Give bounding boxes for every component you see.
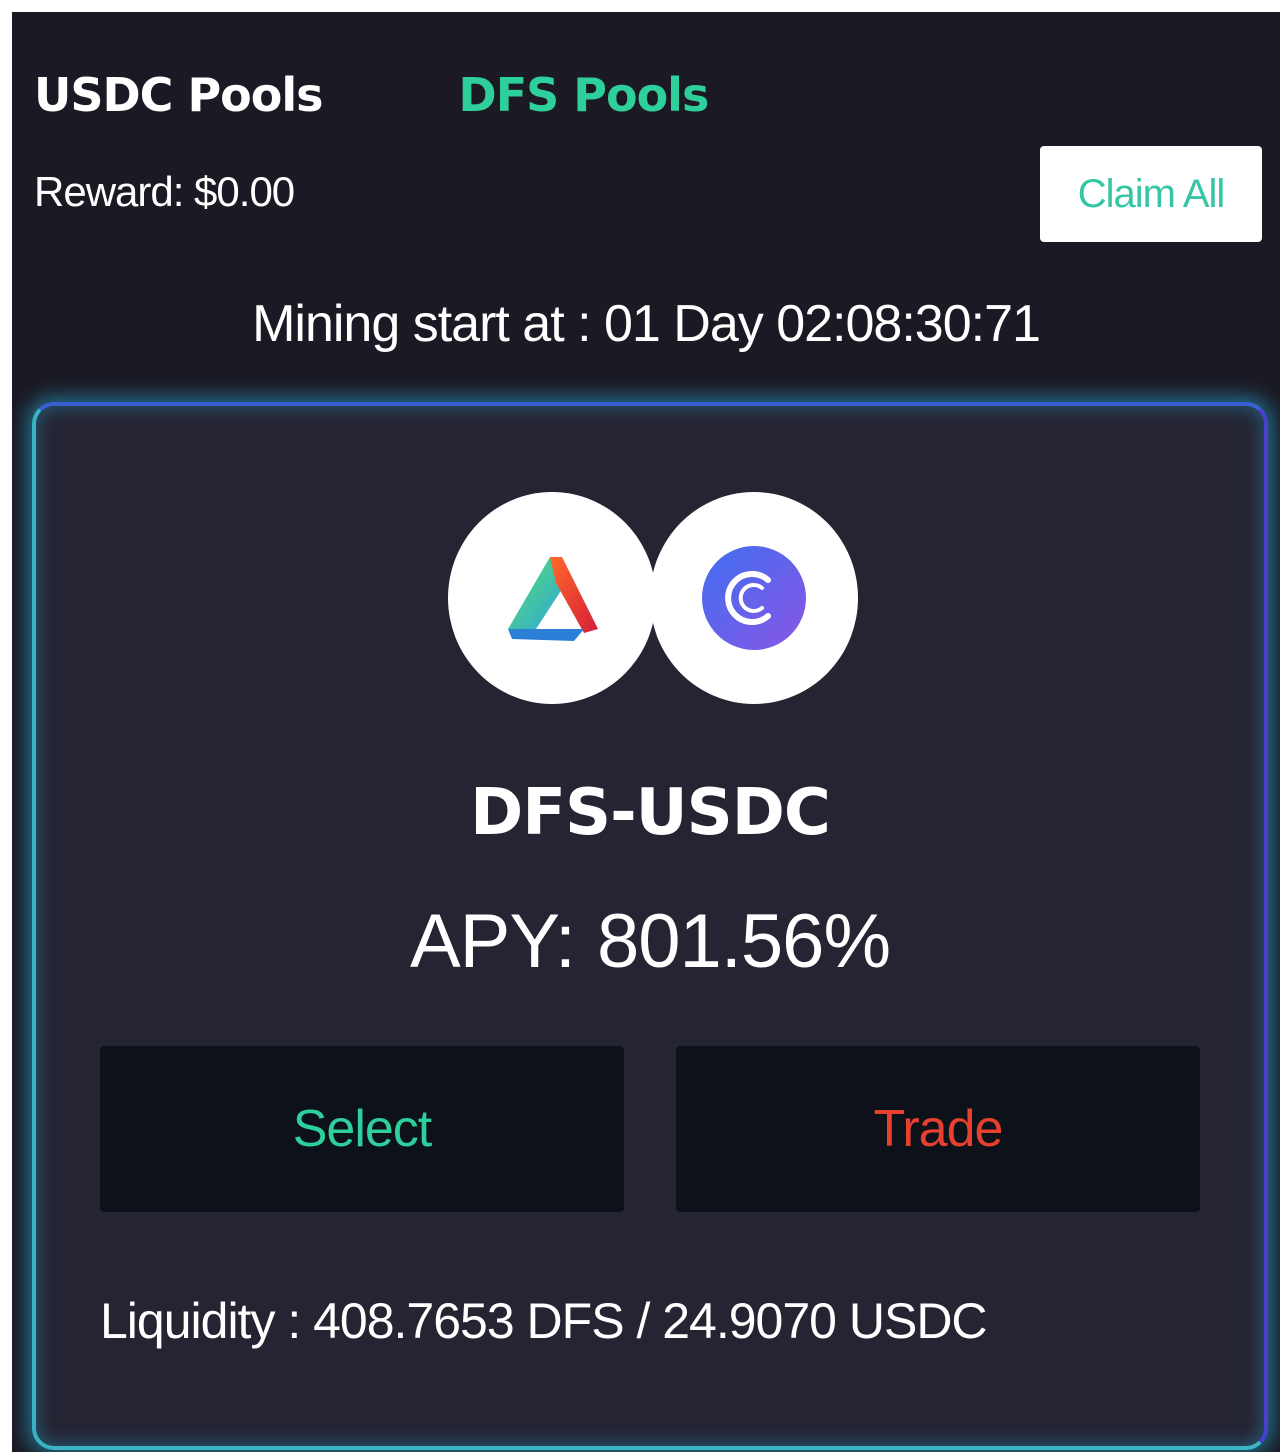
claim-all-button[interactable]: Claim All [1040, 146, 1262, 242]
pool-pair-name: DFS-USDC [470, 776, 831, 850]
reward-label: Reward: $0.00 [34, 168, 295, 215]
select-button[interactable]: Select [100, 1046, 624, 1212]
token-logos [448, 492, 858, 704]
tab-dfs-pools[interactable]: DFS Pools [459, 68, 710, 122]
usdc-token-icon [650, 492, 858, 704]
tab-usdc-pools[interactable]: USDC Pools [34, 68, 324, 122]
dfs-token-icon [448, 492, 656, 704]
pool-card: DFS-USDC APY: 801.56% Select Trade Liquid… [32, 402, 1268, 1450]
mining-countdown: Mining start at : 01 Day 02:08:30:71 [252, 295, 1041, 353]
apy-label: APY: [409, 899, 576, 984]
trade-button[interactable]: Trade [676, 1046, 1200, 1212]
liquidity-info: Liquidity : 408.7653 DFS / 24.9070 USDC [100, 1293, 988, 1349]
apy-value: 801.56% [596, 899, 891, 984]
pool-apy: APY: 801.56% [36, 898, 1264, 985]
pool-tabs: USDC Pools DFS Pools [34, 60, 710, 130]
app-frame: USDC Pools DFS Pools Reward: $0.00 Claim… [12, 12, 1280, 1452]
